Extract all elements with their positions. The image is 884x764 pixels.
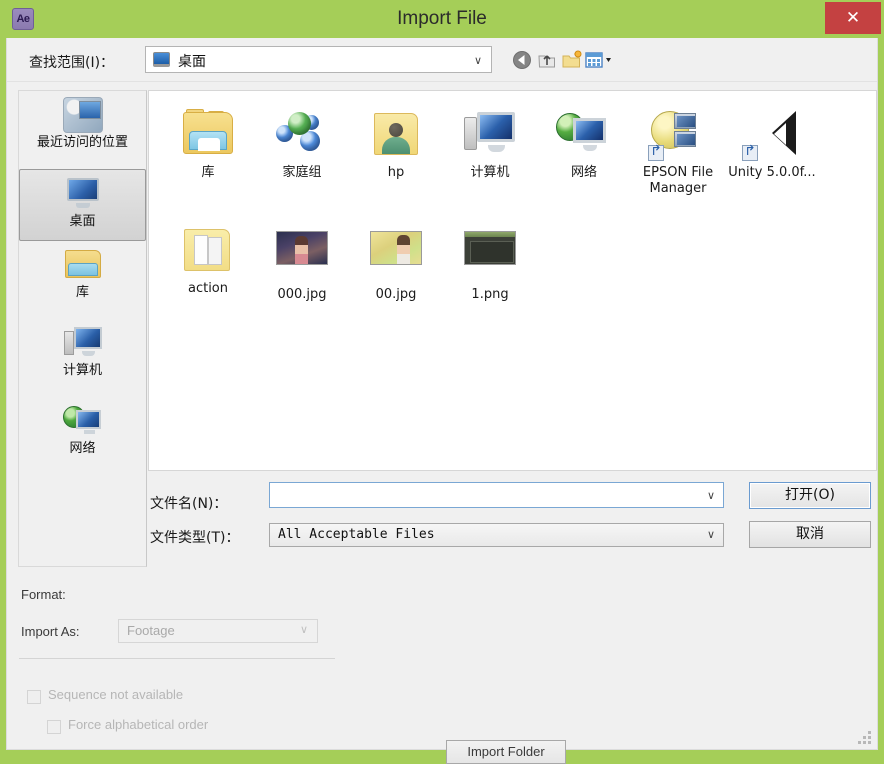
dialog-client-area: 查找范围(I)： 桌面 ∨ 最近访问的位置 桌面 库 计算机 网络 库 家庭组 …	[6, 38, 878, 764]
chevron-down-icon: ∨	[473, 55, 482, 67]
checkbox-icon	[47, 720, 61, 734]
network-icon	[556, 109, 612, 161]
file-type-select[interactable]: All Acceptable Files ∨	[269, 523, 724, 547]
file-list-view[interactable]: 库 家庭组 hp 计算机 网络 ↰ EPSON File Manager ↰ U…	[148, 90, 877, 471]
recent-places-icon	[62, 97, 103, 133]
chevron-down-icon: ∨	[299, 624, 308, 636]
sidebar-item-label: 网络	[69, 441, 96, 456]
sidebar-item-label: 计算机	[62, 363, 102, 378]
file-label: Unity 5.0.0f...	[728, 165, 816, 180]
look-in-combobox[interactable]: 桌面 ∨	[145, 46, 492, 73]
list-item[interactable]: 计算机	[443, 101, 537, 209]
file-label: 家庭组	[282, 165, 322, 180]
places-sidebar: 最近访问的位置 桌面 库 计算机 网络	[18, 90, 147, 567]
image-thumbnail	[276, 231, 328, 265]
file-label: hp	[387, 165, 405, 180]
shortcut-overlay-icon	[648, 145, 664, 161]
libraries-folder-icon	[180, 109, 236, 161]
sidebar-item-label: 库	[75, 285, 89, 300]
new-folder-icon[interactable]	[561, 49, 583, 71]
up-folder-icon[interactable]	[536, 49, 558, 71]
file-type-value: All Acceptable Files	[278, 527, 435, 542]
list-item[interactable]: 网络	[537, 101, 631, 209]
file-label: 库	[201, 165, 215, 180]
user-folder-icon	[368, 109, 424, 161]
list-item[interactable]: 000.jpg	[255, 217, 349, 325]
sidebar-item-label: 最近访问的位置	[36, 135, 128, 150]
import-as-select[interactable]: Footage ∨	[118, 619, 318, 643]
folder-icon	[180, 225, 236, 277]
sidebar-item-network[interactable]: 网络	[19, 403, 146, 475]
network-icon	[62, 403, 103, 439]
file-type-label: 文件类型(T)：	[150, 530, 240, 546]
file-name-input[interactable]: ∨	[269, 482, 724, 508]
import-folder-button[interactable]: Import Folder	[446, 740, 566, 764]
libraries-icon	[63, 247, 103, 283]
chevron-down-icon: ∨	[706, 490, 715, 502]
chevron-down-icon: ∨	[706, 529, 715, 541]
file-name-label: 文件名(N)：	[150, 496, 228, 512]
cancel-button[interactable]: 取消	[749, 521, 871, 548]
file-label: EPSON File Manager	[642, 165, 714, 196]
desktop-icon	[63, 176, 103, 212]
open-button[interactable]: 打开(O)	[749, 482, 871, 509]
import-as-value: Footage	[127, 623, 175, 638]
desktop-icon	[153, 52, 170, 67]
page-title: Import File	[397, 8, 487, 29]
file-label: 000.jpg	[277, 287, 327, 302]
file-label: 计算机	[470, 165, 510, 180]
sidebar-item-label: 桌面	[69, 214, 96, 229]
file-label: action	[187, 281, 228, 296]
list-item[interactable]: 1.png	[443, 217, 537, 325]
list-item[interactable]: action	[161, 217, 255, 325]
import-as-label: Import As:	[21, 624, 80, 639]
checkbox-icon	[27, 690, 41, 704]
force-alphabetical-order-label: Force alphabetical order	[68, 717, 209, 732]
import-file-dialog: Ae Import File ✕ 查找范围(I)： 桌面 ∨ 最近访问的位置 桌…	[0, 0, 884, 764]
sidebar-item-desktop[interactable]: 桌面	[19, 169, 146, 241]
format-label: Format:	[21, 587, 66, 602]
list-item[interactable]: 库	[161, 101, 255, 209]
sequence-not-available-label: Sequence not available	[48, 687, 184, 702]
list-item[interactable]: hp	[349, 101, 443, 209]
computer-icon	[462, 109, 518, 161]
epson-file-manager-icon	[648, 109, 706, 161]
list-item[interactable]: Unity 5.0.0f...	[725, 101, 819, 209]
look-in-label: 查找范围(I)：	[29, 55, 115, 71]
back-icon[interactable]	[511, 49, 533, 71]
image-thumbnail	[464, 231, 516, 265]
list-item[interactable]: 00.jpg	[349, 217, 443, 325]
shortcut-overlay-icon	[742, 145, 758, 161]
file-label: 1.png	[471, 287, 509, 302]
list-item[interactable]: EPSON File Manager	[631, 101, 725, 209]
sidebar-item-computer[interactable]: 计算机	[19, 325, 146, 397]
look-in-value: 桌面	[178, 54, 206, 70]
title-bar: Ae Import File ✕	[0, 0, 884, 38]
sidebar-item-libraries[interactable]: 库	[19, 247, 146, 319]
file-label: 00.jpg	[375, 287, 417, 302]
homegroup-icon	[274, 109, 330, 161]
list-item[interactable]: 家庭组	[255, 101, 349, 209]
navigation-bar: 查找范围(I)： 桌面 ∨	[7, 38, 877, 82]
computer-icon	[63, 325, 103, 361]
views-icon[interactable]	[585, 49, 619, 71]
divider	[19, 658, 335, 659]
sidebar-item-recent-places[interactable]: 最近访问的位置	[19, 97, 146, 169]
close-button[interactable]: ✕	[825, 2, 881, 34]
image-thumbnail	[370, 231, 422, 265]
resize-grip[interactable]	[858, 731, 872, 745]
unity-icon	[742, 109, 800, 161]
file-label: 网络	[570, 165, 597, 180]
